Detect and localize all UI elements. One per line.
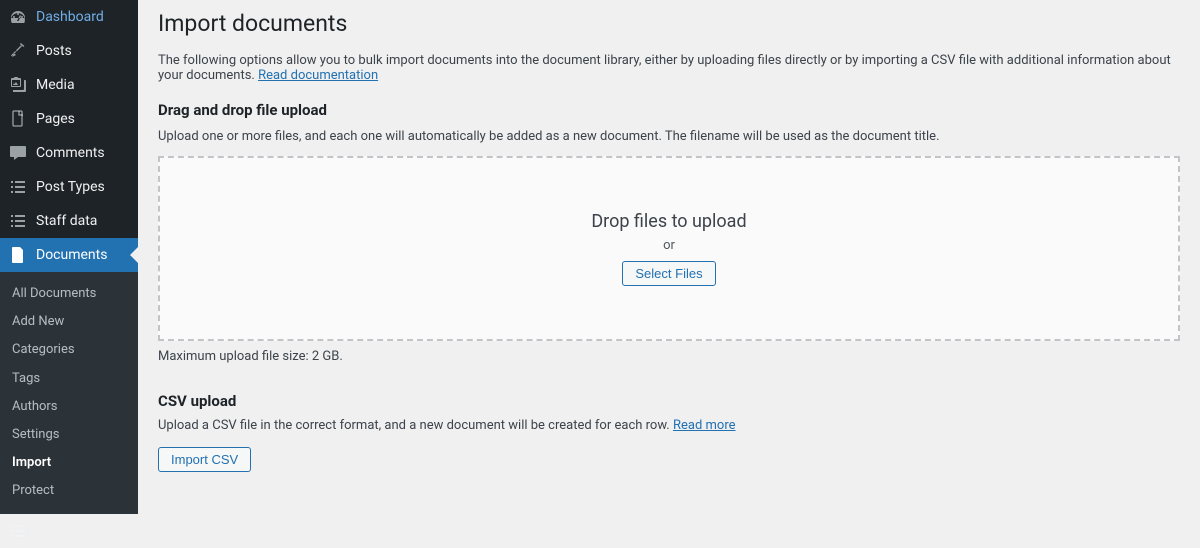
submenu-import[interactable]: Import <box>0 449 138 477</box>
submenu-add-new[interactable]: Add New <box>0 308 138 336</box>
csv-desc-text: Upload a CSV file in the correct format,… <box>158 418 673 433</box>
page-title: Import documents <box>158 0 1180 43</box>
comment-icon <box>8 143 28 163</box>
main-content: Import documents The following options a… <box>138 0 1200 505</box>
sidebar-item-comments[interactable]: Comments <box>0 136 138 170</box>
page-icon <box>8 109 28 129</box>
dropzone-or: or <box>663 238 675 253</box>
read-more-link[interactable]: Read more <box>673 418 736 433</box>
sidebar-item-label: Post Tables <box>36 521 109 539</box>
submenu-protect[interactable]: Protect <box>0 477 138 505</box>
sidebar-item-posts[interactable]: Posts <box>0 34 138 68</box>
table-icon <box>8 521 28 541</box>
sidebar-item-pages[interactable]: Pages <box>0 102 138 136</box>
sidebar-item-media[interactable]: Media <box>0 68 138 102</box>
sidebar-item-label: Posts <box>36 42 72 60</box>
sidebar-submenu: All Documents Add New Categories Tags Au… <box>0 272 138 514</box>
sidebar-item-dashboard[interactable]: Dashboard <box>0 0 138 34</box>
sidebar-item-staff-data[interactable]: Staff data <box>0 204 138 238</box>
submenu-settings[interactable]: Settings <box>0 421 138 449</box>
dashboard-icon <box>8 7 28 27</box>
csv-heading: CSV upload <box>158 392 1180 410</box>
csv-section: CSV upload Upload a CSV file in the corr… <box>158 392 1180 472</box>
pin-icon <box>8 41 28 61</box>
drag-drop-section: Drag and drop file upload Upload one or … <box>158 101 1180 364</box>
sidebar-item-label: Staff data <box>36 212 97 230</box>
dd-description: Upload one or more files, and each one w… <box>158 129 1180 144</box>
admin-sidebar: Dashboard Posts Media Pages Comments Pos… <box>0 0 138 505</box>
csv-description: Upload a CSV file in the correct format,… <box>158 418 1180 433</box>
sidebar-item-label: Comments <box>36 144 105 162</box>
dd-heading: Drag and drop file upload <box>158 101 1180 119</box>
sidebar-item-post-tables[interactable]: Post Tables <box>0 514 138 548</box>
sidebar-item-label: Documents <box>36 246 107 264</box>
media-icon <box>8 75 28 95</box>
select-files-button[interactable]: Select Files <box>622 261 715 286</box>
max-upload-size: Maximum upload file size: 2 GB. <box>158 349 1180 364</box>
submenu-authors[interactable]: Authors <box>0 393 138 421</box>
submenu-all-documents[interactable]: All Documents <box>0 280 138 308</box>
document-icon <box>8 245 28 265</box>
read-documentation-link[interactable]: Read documentation <box>258 68 378 83</box>
import-csv-button[interactable]: Import CSV <box>158 447 251 472</box>
sidebar-item-documents[interactable]: Documents <box>0 238 138 272</box>
sidebar-item-label: Post Types <box>36 178 105 196</box>
sidebar-item-label: Pages <box>36 110 75 128</box>
intro-paragraph: The following options allow you to bulk … <box>158 53 1180 83</box>
submenu-categories[interactable]: Categories <box>0 336 138 364</box>
sidebar-item-post-types[interactable]: Post Types <box>0 170 138 204</box>
file-dropzone[interactable]: Drop files to upload or Select Files <box>158 156 1180 341</box>
sidebar-item-label: Dashboard <box>36 8 104 26</box>
list-icon <box>8 211 28 231</box>
sidebar-item-label: Media <box>36 76 75 94</box>
list-icon <box>8 177 28 197</box>
dropzone-title: Drop files to upload <box>591 211 746 232</box>
submenu-tags[interactable]: Tags <box>0 365 138 393</box>
